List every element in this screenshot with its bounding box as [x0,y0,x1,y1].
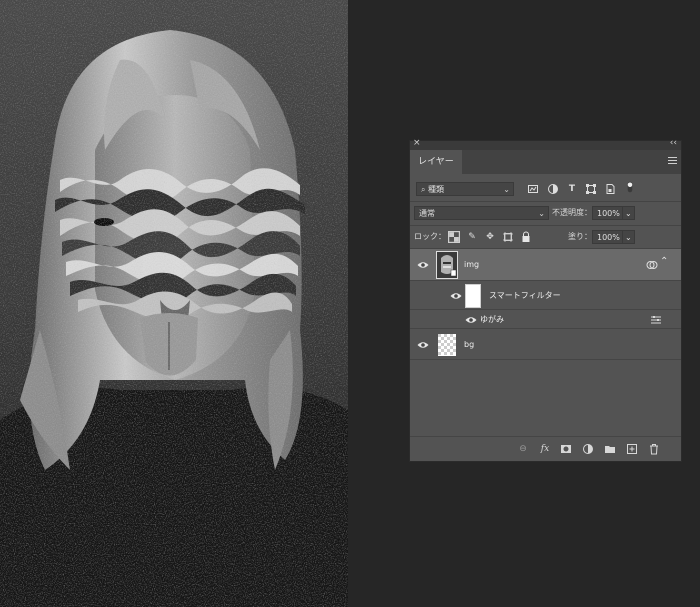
layer-thumbnail [436,251,458,279]
add-mask-icon[interactable] [560,443,572,455]
chevron-down-icon: ⌄ [538,209,545,218]
smart-object-filter-icon[interactable] [604,183,616,195]
fill-slider-toggle[interactable]: ⌄ [622,230,635,244]
filter-kind-select[interactable]: ⌕ 種類 ⌄ [416,182,514,196]
smart-filter-effects-icon[interactable] [646,260,658,270]
document-canvas[interactable] [0,0,348,607]
transparent-thumbnail-icon [438,334,456,356]
divider [410,225,681,226]
opacity-label: 不透明度： [552,208,592,217]
blend-mode-select[interactable]: 通常 ⌄ [414,206,549,220]
fill-label: 塗り： [568,232,592,241]
opacity-value: 100% [597,209,620,218]
photo-thumbnail-icon [437,252,457,278]
chevron-up-icon[interactable]: ⌃ [660,256,668,267]
divider [410,201,681,202]
layer-name: bg [464,340,475,349]
close-icon[interactable]: × [413,138,421,148]
blend-row: 通常 ⌄ 不透明度： 100% ⌄ [410,203,681,223]
tab-layers[interactable]: レイヤー [410,150,462,174]
shape-filter-icon[interactable] [585,183,597,195]
search-icon: ⌕ [421,185,426,194]
filter-mask-thumbnail[interactable] [465,284,481,308]
layer-row-filter-liquify[interactable]: ゆがみ [410,311,681,329]
type-filter-icon[interactable]: T [566,183,578,195]
collapse-icon[interactable]: ‹‹ [670,138,677,148]
new-layer-icon[interactable] [626,443,638,455]
filter-row: ⌕ 種類 ⌄ T [410,179,681,199]
chevron-down-icon: ⌄ [503,185,510,194]
layer-row-img[interactable]: img ⌃ [410,249,681,281]
panel-title-strip: × ‹‹ [410,138,681,150]
filter-toggle-icon[interactable] [624,181,636,193]
pixel-filter-icon[interactable] [527,183,539,195]
blending-options-icon[interactable] [650,315,662,325]
layer-row-smart-filter[interactable]: スマートフィルター [410,282,681,310]
lock-image-pixels-icon[interactable]: ✎ [466,231,478,243]
visibility-eye-icon[interactable] [417,261,429,269]
fx-icon[interactable]: fx [539,443,551,455]
trash-icon[interactable] [648,443,660,455]
filter-kind-value: 種類 [428,185,445,194]
blend-mode-value: 通常 [419,209,435,218]
panel-menu-icon[interactable] [668,157,677,165]
lock-label: ロック： [414,232,446,241]
lock-transparent-pixels-icon[interactable] [448,231,460,243]
visibility-eye-icon[interactable] [465,316,477,324]
panel-footer: ⊖ fx [410,436,681,461]
smart-filter-name: スマートフィルター [489,291,561,300]
visibility-eye-icon[interactable] [450,292,462,300]
chevron-down-icon: ⌄ [625,209,632,218]
panel-tab-bar: レイヤー [410,150,681,174]
lock-row: ロック： ✎ ✥ 塗り： 100% ⌄ [410,227,681,247]
fill-value: 100% [597,233,620,242]
lock-artboard-icon[interactable] [502,231,514,243]
link-layers-icon[interactable]: ⊖ [517,443,529,455]
filter-name: ゆがみ [480,315,504,324]
visibility-eye-icon[interactable] [417,341,429,349]
opacity-slider-toggle[interactable]: ⌄ [622,206,635,220]
lock-all-icon[interactable] [520,231,532,243]
adjustment-layer-icon[interactable] [582,443,594,455]
chevron-down-icon: ⌄ [625,233,632,242]
adjustment-filter-icon[interactable] [547,183,559,195]
layer-name: img [464,260,480,269]
lock-position-icon[interactable]: ✥ [484,231,496,243]
photo-image [0,0,348,607]
folder-icon[interactable] [604,443,616,455]
layers-panel: × ‹‹ レイヤー ⌕ 種類 ⌄ T 通常 ⌄ 不透明度： 100% ⌄ ロック… [409,138,682,462]
layer-row-bg[interactable]: bg [410,330,681,360]
